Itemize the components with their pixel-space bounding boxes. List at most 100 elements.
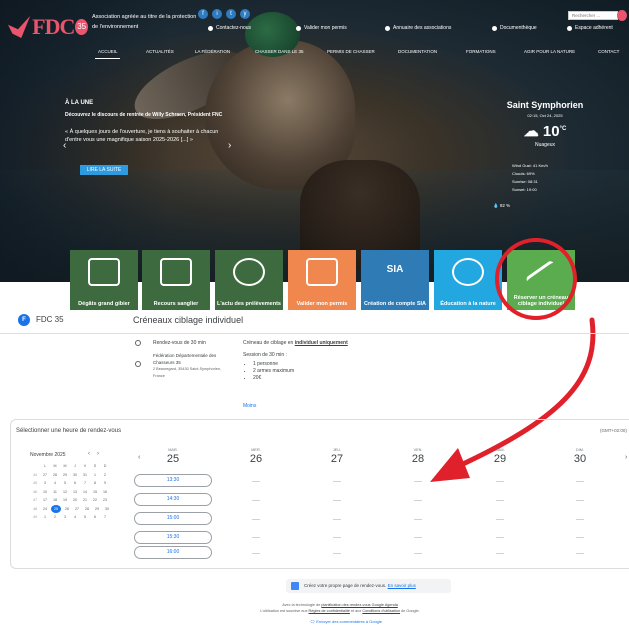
- time-slot-button[interactable]: 13:30: [134, 474, 212, 487]
- read-more-button[interactable]: LIRE LA SUITE: [80, 165, 128, 175]
- learn-more-link[interactable]: En savoir plus: [388, 583, 416, 588]
- week-prev-icon[interactable]: ‹: [138, 454, 140, 461]
- mini-day[interactable]: 10: [40, 490, 50, 494]
- mini-prev-icon[interactable]: ‹: [88, 451, 97, 457]
- bullet-item: 2 armes maximum: [253, 368, 393, 375]
- hero-next-arrow-icon[interactable]: ›: [228, 140, 231, 151]
- day-name: MER.: [251, 448, 261, 452]
- tile-magnifier[interactable]: L'actu des prélèvements: [215, 250, 283, 310]
- mini-day[interactable]: 22: [90, 498, 100, 502]
- mini-day[interactable]: 7: [80, 481, 90, 485]
- youtube-icon[interactable]: y: [240, 9, 250, 19]
- hero-prev-arrow-icon[interactable]: ‹: [63, 140, 66, 151]
- nav-item-federation[interactable]: LA FÉDÉRATION: [195, 49, 230, 54]
- top-link-label: Valider mon permis: [304, 25, 347, 31]
- mini-day[interactable]: 5: [60, 481, 70, 485]
- mini-day[interactable]: 11: [50, 490, 60, 494]
- mini-day[interactable]: 18: [50, 498, 60, 502]
- time-slot-button[interactable]: 16:00: [134, 546, 212, 559]
- mini-day[interactable]: 6: [70, 481, 80, 485]
- mini-day[interactable]: 1: [90, 473, 100, 477]
- search-icon[interactable]: [617, 10, 627, 21]
- mini-day[interactable]: 13: [70, 490, 80, 494]
- sunset-detail: Sunset: 19:00: [512, 187, 537, 192]
- nav-item-permit[interactable]: PERMIS DE CHASSER: [327, 49, 375, 54]
- top-link-contact[interactable]: Contactez-nous: [208, 25, 251, 31]
- mini-day[interactable]: 16: [100, 490, 110, 494]
- mini-week-row: 47 17 18 19 20 21 22 23: [30, 496, 120, 505]
- mini-day[interactable]: 1: [40, 515, 50, 519]
- scheduling-link[interactable]: planification des rendez-vous Google Age…: [321, 603, 397, 607]
- tile-phone[interactable]: Valider mon permis: [288, 250, 356, 310]
- mini-next-icon[interactable]: ›: [97, 451, 106, 457]
- no-slot-dash: [333, 500, 341, 501]
- mini-day[interactable]: 29: [92, 507, 102, 511]
- timezone-label[interactable]: (GMT+02:00): [600, 428, 627, 433]
- tile-leaf[interactable]: Dégâts grand gibier: [70, 250, 138, 310]
- privacy-link[interactable]: Règles de confidentialité: [309, 609, 350, 613]
- top-link-permit[interactable]: Valider mon permis: [296, 25, 347, 31]
- mini-day[interactable]: 28: [82, 507, 92, 511]
- mini-day[interactable]: 27: [72, 507, 82, 511]
- top-link-directory[interactable]: Annuaire des associations: [385, 25, 451, 31]
- list-icon: [385, 25, 390, 31]
- mini-day[interactable]: 8: [90, 481, 100, 485]
- mini-day[interactable]: 2: [50, 515, 60, 519]
- nav-item-home[interactable]: ACCUEIL: [98, 49, 118, 54]
- mini-day[interactable]: 9: [100, 481, 110, 485]
- instagram-icon[interactable]: i: [212, 9, 222, 19]
- mini-day[interactable]: 25: [51, 504, 61, 513]
- week-next-icon[interactable]: ›: [625, 454, 627, 461]
- tile-globe[interactable]: Éducation à la nature: [434, 250, 502, 310]
- mini-day[interactable]: 20: [70, 498, 80, 502]
- no-slot-dash: [576, 537, 584, 538]
- top-link-docs[interactable]: Documenthèque: [492, 25, 537, 31]
- nav-item-hunt35[interactable]: CHASSER DANS LE 35: [255, 49, 304, 54]
- tile-boar[interactable]: Recours sanglier: [142, 250, 210, 310]
- mini-day[interactable]: 3: [60, 515, 70, 519]
- mini-day[interactable]: 28: [50, 473, 60, 477]
- mini-day[interactable]: 27: [40, 473, 50, 477]
- mini-day[interactable]: 4: [50, 481, 60, 485]
- nav-item-training[interactable]: FORMATIONS: [466, 49, 496, 54]
- top-link-member[interactable]: Espace adhérent: [567, 25, 613, 31]
- mini-day[interactable]: 30: [70, 473, 80, 477]
- facebook-icon[interactable]: f: [198, 9, 208, 19]
- twitter-icon[interactable]: t: [226, 9, 236, 19]
- search-input[interactable]: Rechercher ...: [568, 11, 618, 20]
- mini-day[interactable]: 5: [80, 515, 90, 519]
- mini-day[interactable]: 17: [40, 498, 50, 502]
- weather-city: Saint Symphorien: [506, 100, 584, 110]
- tile-label: Création de compte SIA: [363, 301, 427, 307]
- mini-day[interactable]: 12: [60, 490, 70, 494]
- mini-day[interactable]: 24: [40, 507, 50, 511]
- mini-day[interactable]: 4: [70, 515, 80, 519]
- mini-day[interactable]: 14: [80, 490, 90, 494]
- mini-day[interactable]: 19: [60, 498, 70, 502]
- weekday-label: S: [93, 464, 97, 469]
- mini-day[interactable]: 6: [90, 515, 100, 519]
- mini-day[interactable]: 26: [62, 507, 72, 511]
- tile-sia[interactable]: SIA Création de compte SIA: [361, 250, 429, 310]
- nav-item-contact[interactable]: CONTACT: [598, 49, 619, 54]
- time-slot-button[interactable]: 15:30: [134, 531, 212, 544]
- terms-link[interactable]: Conditions d'utilisation: [362, 609, 400, 613]
- mini-day[interactable]: 30: [102, 507, 112, 511]
- time-slot-button[interactable]: 15:00: [134, 512, 212, 525]
- hero-title[interactable]: Découvrez le discours de rentrée de Will…: [65, 112, 235, 118]
- mini-day[interactable]: 21: [80, 498, 90, 502]
- mini-day[interactable]: 29: [60, 473, 70, 477]
- site-logo[interactable]: FDC 35: [8, 10, 88, 44]
- time-slot-button[interactable]: 14:30: [134, 493, 212, 506]
- mini-day[interactable]: 31: [80, 473, 90, 477]
- mini-day[interactable]: 2: [100, 473, 110, 477]
- nav-item-news[interactable]: ACTUALITÉS: [146, 49, 174, 54]
- mini-day[interactable]: 7: [100, 515, 110, 519]
- mini-day[interactable]: 15: [90, 490, 100, 494]
- mini-day[interactable]: 23: [100, 498, 110, 502]
- feedback-link[interactable]: 🗨 Envoyer des commentaires à Google: [310, 619, 382, 624]
- nav-item-docs[interactable]: DOCUMENTATION: [398, 49, 437, 54]
- mini-day[interactable]: 3: [40, 481, 50, 485]
- less-link[interactable]: Moins: [243, 403, 256, 409]
- nav-item-nature[interactable]: AGIR POUR LA NATURE: [524, 49, 575, 54]
